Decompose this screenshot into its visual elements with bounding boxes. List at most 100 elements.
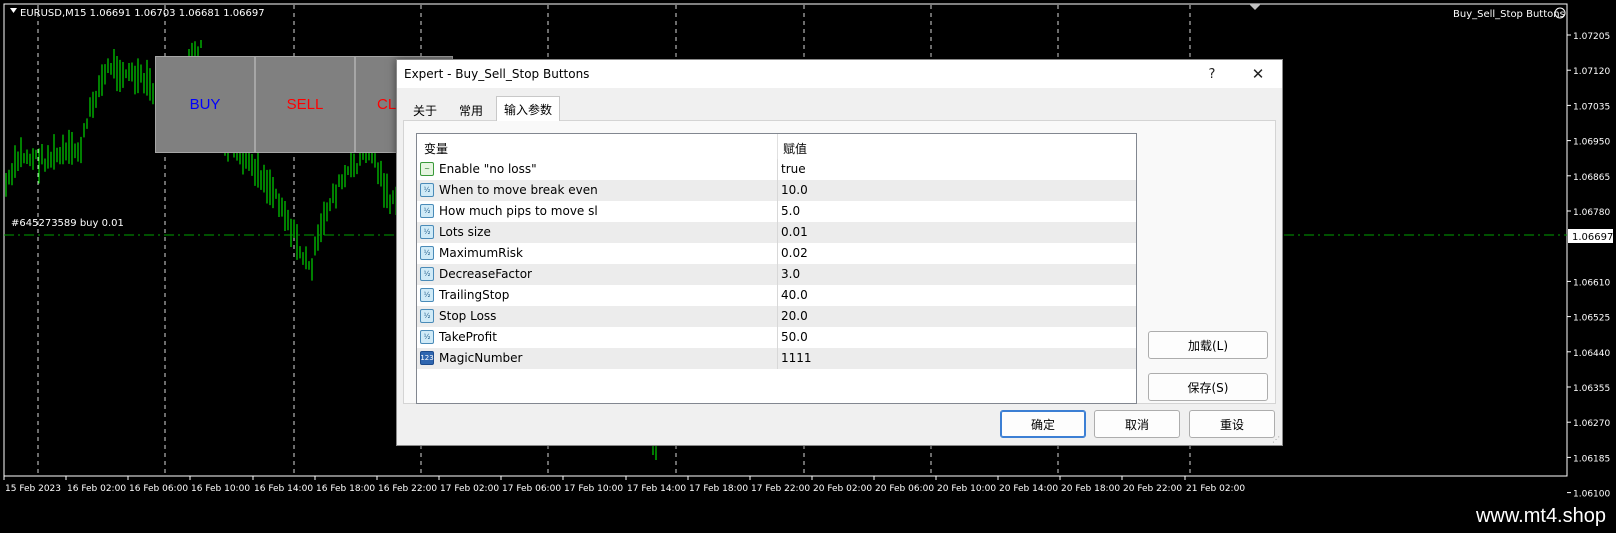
close-button-label: CL (377, 96, 397, 113)
bool-icon: ~ (420, 162, 434, 176)
tab-common-label: 常用 (458, 103, 483, 118)
parameter-name: Enable "no loss" (439, 162, 537, 176)
double-icon: ½ (420, 330, 434, 344)
double-icon: ½ (420, 309, 434, 323)
tab-inputs-label: 输入参数 (503, 102, 552, 117)
tab-about[interactable]: 关于 (405, 100, 445, 120)
price-label: 1.07035 (1573, 102, 1610, 112)
time-label: 17 Feb 18:00 (689, 484, 748, 494)
time-label: 17 Feb 22:00 (751, 484, 810, 494)
cell-divider (777, 159, 778, 180)
parameter-value[interactable]: 50.0 (781, 330, 808, 344)
double-icon: ½ (420, 246, 434, 260)
time-label: 20 Feb 18:00 (1061, 484, 1120, 494)
current-price: 1.06697 (1572, 232, 1613, 243)
double-icon: ½ (420, 267, 434, 281)
table-row[interactable]: 123 MagicNumber 1111 (417, 348, 1136, 369)
time-label: 20 Feb 14:00 (999, 484, 1058, 494)
parameter-name: Lots size (439, 225, 491, 239)
reset-button[interactable]: 重设 (1189, 410, 1275, 438)
time-label: 20 Feb 22:00 (1123, 484, 1182, 494)
cell-divider (777, 243, 778, 264)
price-label: 1.06865 (1573, 173, 1610, 183)
parameter-value[interactable]: 5.0 (781, 204, 800, 218)
price-label: 1.06270 (1573, 419, 1610, 429)
resize-grip-icon[interactable]: ⋰ (1272, 435, 1280, 444)
time-label: 17 Feb 06:00 (502, 484, 561, 494)
price-label: 1.06950 (1573, 138, 1610, 148)
time-label: 20 Feb 10:00 (937, 484, 996, 494)
price-label: 1.06610 (1573, 278, 1610, 288)
table-row[interactable]: ½ Lots size 0.01 (417, 222, 1136, 243)
cell-divider (777, 180, 778, 201)
help-icon: ? (1208, 66, 1216, 82)
save-button-label: 保存(S) (1187, 380, 1229, 395)
parameter-name: MaximumRisk (439, 246, 523, 260)
tab-common[interactable]: 常用 (451, 100, 491, 120)
parameter-value[interactable]: 0.02 (781, 246, 808, 260)
price-label: 1.06355 (1573, 384, 1610, 394)
tab-inputs[interactable]: 输入参数 (496, 96, 560, 121)
table-row[interactable]: ½ When to move break even 10.0 (417, 180, 1136, 201)
cell-divider (777, 201, 778, 222)
parameter-value[interactable]: 3.0 (781, 267, 800, 281)
close-icon: ✕ (1251, 65, 1265, 83)
sell-button[interactable]: SELL (255, 56, 355, 153)
cell-divider (777, 285, 778, 306)
cancel-button[interactable]: 取消 (1094, 410, 1180, 438)
expert-dialog: Expert - Buy_Sell_Stop Buttons ? ✕ 关于 常用… (396, 59, 1283, 446)
parameter-name: When to move break even (439, 183, 598, 197)
parameter-name: How much pips to move sl (439, 204, 598, 218)
table-row[interactable]: ½ TrailingStop 40.0 (417, 285, 1136, 306)
double-icon: ½ (420, 183, 434, 197)
double-icon: ½ (420, 288, 434, 302)
load-button[interactable]: 加载(L) (1148, 331, 1268, 359)
column-value[interactable]: 赋值 (783, 140, 807, 157)
time-label: 20 Feb 06:00 (875, 484, 934, 494)
time-label: 16 Feb 22:00 (378, 484, 437, 494)
cell-divider (777, 306, 778, 327)
parameter-value[interactable]: true (781, 162, 806, 176)
cell-divider (777, 222, 778, 243)
table-row[interactable]: ~ Enable "no loss" true (417, 159, 1136, 180)
dialog-close-button[interactable]: ✕ (1239, 62, 1277, 86)
table-row[interactable]: ½ DecreaseFactor 3.0 (417, 264, 1136, 285)
dialog-title: Expert - Buy_Sell_Stop Buttons (404, 67, 590, 81)
indicator-label: Buy_Sell_Stop Buttons (1453, 9, 1565, 20)
time-label: 16 Feb 14:00 (254, 484, 313, 494)
time-label: 17 Feb 02:00 (440, 484, 499, 494)
price-label: 1.06100 (1573, 490, 1610, 500)
dialog-titlebar[interactable]: Expert - Buy_Sell_Stop Buttons ? ✕ (397, 60, 1282, 88)
table-row[interactable]: ½ MaximumRisk 0.02 (417, 243, 1136, 264)
reset-button-label: 重设 (1219, 417, 1244, 432)
parameter-name: TakeProfit (439, 330, 497, 344)
sell-button-label: SELL (286, 96, 324, 113)
tab-about-label: 关于 (412, 103, 437, 118)
cell-divider (777, 327, 778, 348)
parameter-value[interactable]: 10.0 (781, 183, 808, 197)
parameter-name: DecreaseFactor (439, 267, 532, 281)
cancel-button-label: 取消 (1124, 417, 1149, 432)
table-row[interactable]: ½ How much pips to move sl 5.0 (417, 201, 1136, 222)
buy-button[interactable]: BUY (155, 56, 255, 153)
parameter-value[interactable]: 1111 (781, 351, 812, 365)
price-label: 1.06525 (1573, 314, 1610, 324)
double-icon: ½ (420, 225, 434, 239)
table-row[interactable]: ½ TakeProfit 50.0 (417, 327, 1136, 348)
time-label: 16 Feb 10:00 (191, 484, 250, 494)
parameter-value[interactable]: 0.01 (781, 225, 808, 239)
time-label: 17 Feb 10:00 (564, 484, 623, 494)
column-variable[interactable]: 变量 (424, 140, 448, 157)
buy-button-label: BUY (189, 96, 221, 113)
price-label: 1.07120 (1573, 67, 1610, 77)
table-row[interactable]: ½ Stop Loss 20.0 (417, 306, 1136, 327)
parameter-value[interactable]: 20.0 (781, 309, 808, 323)
time-label: 17 Feb 14:00 (627, 484, 686, 494)
time-label: 16 Feb 02:00 (67, 484, 126, 494)
time-label: 15 Feb 2023 (5, 484, 61, 494)
save-button[interactable]: 保存(S) (1148, 373, 1268, 401)
parameter-name: MagicNumber (439, 351, 523, 365)
parameter-value[interactable]: 40.0 (781, 288, 808, 302)
help-button[interactable]: ? (1193, 62, 1231, 86)
ok-button[interactable]: 确定 (1000, 410, 1086, 438)
